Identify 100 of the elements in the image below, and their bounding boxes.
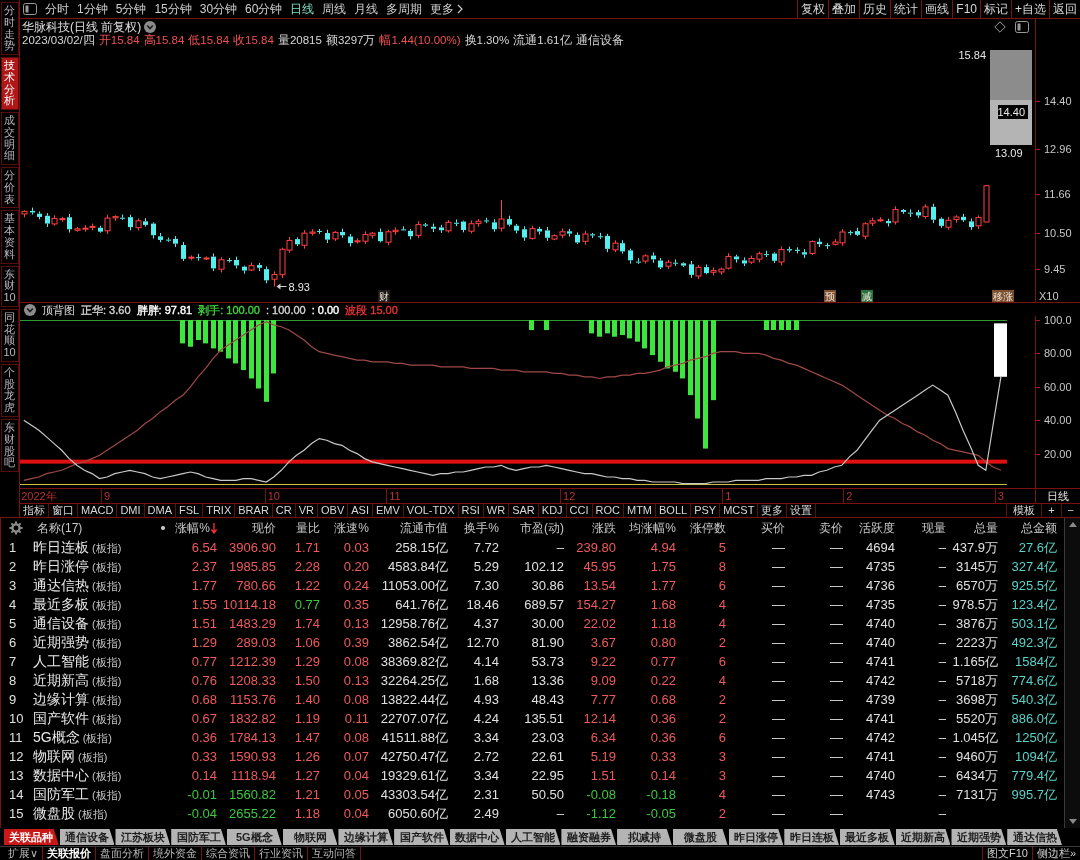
- column-header[interactable]: 涨幅%: [175, 519, 210, 537]
- sector-tab[interactable]: 通信设备: [59, 829, 115, 845]
- bottom-button[interactable]: 图文F10: [981, 847, 1032, 860]
- sector-tab[interactable]: 通达信热: [1007, 829, 1062, 845]
- period-tab[interactable]: 30分钟: [195, 0, 242, 18]
- sector-tab[interactable]: 微盘股: [672, 829, 728, 845]
- side-tab[interactable]: 东财10: [0, 265, 19, 307]
- indicator-tab[interactable]: 更多: [758, 504, 788, 517]
- indicator-tab[interactable]: FSL: [176, 504, 204, 517]
- side-tab[interactable]: 分价表: [0, 167, 19, 209]
- column-header[interactable]: 流通市值: [400, 519, 448, 537]
- indicator-tab[interactable]: MCST: [720, 504, 759, 517]
- column-header[interactable]: 名称(17): [37, 519, 83, 537]
- toolbar-button[interactable]: +自选: [1011, 0, 1049, 18]
- column-header[interactable]: 买价: [761, 519, 785, 537]
- event-marker[interactable]: 财: [378, 290, 390, 302]
- period-tab[interactable]: 周线: [318, 0, 351, 18]
- side-tab[interactable]: 同花顺10: [0, 308, 19, 362]
- bottom-tab[interactable]: 境外资金: [149, 847, 203, 860]
- indicator-tab[interactable]: VR: [295, 504, 318, 517]
- sector-tab[interactable]: 近期新高: [895, 829, 951, 845]
- sector-tab[interactable]: 国产软件: [394, 829, 449, 845]
- panel-icon[interactable]: [1015, 21, 1029, 33]
- column-header[interactable]: 现量: [922, 519, 946, 537]
- indicator-tab[interactable]: TRIX: [203, 504, 236, 517]
- sector-tab[interactable]: 人工智能: [505, 829, 561, 845]
- bottom-tab[interactable]: 关联报价: [43, 847, 97, 860]
- event-marker[interactable]: 减: [861, 290, 873, 302]
- column-header[interactable]: 涨速%: [334, 519, 369, 537]
- side-tab[interactable]: 成交明细: [0, 112, 19, 166]
- period-tab[interactable]: 1分钟: [73, 0, 112, 18]
- sector-tab[interactable]: 最近多板: [840, 829, 895, 845]
- panel-button[interactable]: −: [1060, 504, 1080, 517]
- indicator-tab[interactable]: MTM: [624, 504, 657, 517]
- indicator-tab[interactable]: ROC: [592, 504, 624, 517]
- indicator-tab[interactable]: SAR: [509, 504, 539, 517]
- indicator-tab[interactable]: 指标: [20, 504, 49, 517]
- indicator-tab[interactable]: KDJ: [538, 504, 567, 517]
- side-tab[interactable]: 个股龙虎: [0, 363, 19, 417]
- period-tab[interactable]: 月线: [350, 0, 383, 18]
- bottom-button[interactable]: 侧边栏»: [1031, 847, 1080, 860]
- sector-tab[interactable]: 融资融券: [561, 829, 617, 845]
- side-tab[interactable]: 技术分析: [0, 57, 19, 111]
- indicator-tab[interactable]: BOLL: [656, 504, 692, 517]
- indicator-tab[interactable]: PSY: [691, 504, 721, 517]
- bottom-tab[interactable]: 行业资讯: [255, 847, 309, 860]
- sector-tab[interactable]: 江苏板块: [115, 829, 171, 845]
- column-header[interactable]: 现价: [252, 519, 276, 537]
- column-header[interactable]: 换手%: [464, 519, 499, 537]
- scroll-up-icon[interactable]: [1068, 522, 1077, 527]
- toolbar-button[interactable]: 历史: [859, 0, 891, 18]
- bottom-tab[interactable]: 综合资讯: [202, 847, 256, 860]
- column-header[interactable]: 涨跌: [592, 519, 616, 537]
- scroll-down-icon[interactable]: [1068, 819, 1077, 824]
- period-tab[interactable]: 多周期: [382, 0, 427, 18]
- period-tab[interactable]: 日线: [286, 0, 319, 18]
- bottom-tab[interactable]: 扩展∨: [4, 847, 44, 860]
- period-tab[interactable]: 60分钟: [241, 0, 287, 18]
- settings-icon[interactable]: [9, 521, 23, 535]
- sector-tab[interactable]: 5G概念: [226, 829, 282, 845]
- toolbar-button[interactable]: 标记: [980, 0, 1011, 18]
- column-header[interactable]: 卖价: [819, 519, 843, 537]
- more-button[interactable]: 更多: [426, 0, 468, 18]
- bottom-tab[interactable]: 互动问答: [308, 847, 362, 860]
- sector-tab[interactable]: 边缘计算: [338, 829, 394, 845]
- sector-tab[interactable]: 拟减持: [617, 829, 672, 845]
- indicator-tab[interactable]: 设置: [787, 504, 817, 517]
- panel-button[interactable]: +: [1041, 504, 1061, 517]
- toolbar-button[interactable]: 返回: [1049, 0, 1080, 18]
- event-marker[interactable]: 预: [824, 290, 836, 302]
- indicator-tab[interactable]: WR: [483, 504, 510, 517]
- indicator-tab[interactable]: OBV: [318, 504, 349, 517]
- period-tab[interactable]: 分时: [41, 0, 73, 18]
- indicator-tab[interactable]: 窗口: [49, 504, 78, 517]
- sector-tab[interactable]: 数据中心: [449, 829, 505, 845]
- sector-tab[interactable]: 昨日连板: [784, 829, 839, 845]
- indicator-tab[interactable]: VOL-TDX: [403, 504, 459, 517]
- indicator-tab[interactable]: CR: [272, 504, 296, 517]
- sector-tab[interactable]: 国防军工: [171, 829, 226, 845]
- indicator-tab[interactable]: ASI: [348, 504, 373, 517]
- column-header[interactable]: 活跃度: [859, 519, 895, 537]
- indicator-tab[interactable]: CCI: [566, 504, 593, 517]
- diamond-icon[interactable]: [994, 21, 1006, 33]
- toolbar-button[interactable]: 复权: [797, 0, 829, 18]
- panel-icon[interactable]: [23, 3, 37, 15]
- column-header[interactable]: 均涨幅%: [629, 519, 676, 537]
- period-tab[interactable]: 5分钟: [111, 0, 151, 18]
- toolbar-button[interactable]: 叠加: [828, 0, 860, 18]
- side-tab[interactable]: 东财股吧: [0, 418, 19, 473]
- column-header[interactable]: 涨停数: [690, 519, 726, 537]
- bottom-tab[interactable]: 盘面分析: [96, 847, 150, 860]
- column-header[interactable]: 量比: [296, 519, 320, 537]
- side-tab[interactable]: 基本资料: [0, 210, 19, 264]
- dropdown-icon[interactable]: [144, 21, 157, 33]
- dropdown-icon[interactable]: [24, 303, 36, 316]
- sector-tab[interactable]: 昨日涨停: [728, 829, 784, 845]
- scrollbar[interactable]: [1064, 518, 1080, 828]
- indicator-tab[interactable]: RSI: [458, 504, 484, 517]
- panel-button[interactable]: 模板: [1006, 504, 1042, 517]
- sector-tab[interactable]: 物联网: [282, 829, 338, 845]
